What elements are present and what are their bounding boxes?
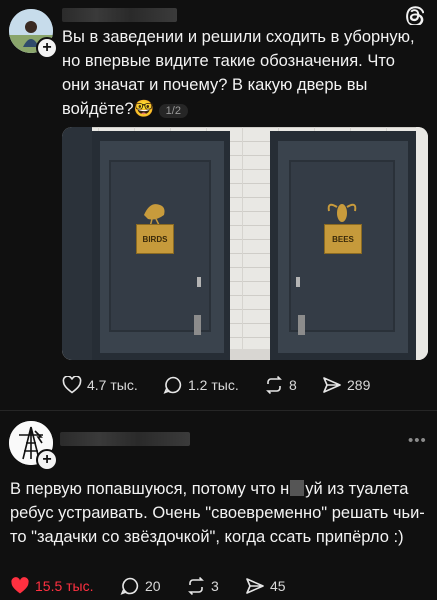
share-count: 289 <box>347 377 371 393</box>
share-button[interactable]: 289 <box>322 376 370 394</box>
comment-icon <box>163 376 182 394</box>
heart-icon <box>62 376 82 394</box>
reply-share-count: 45 <box>270 578 286 594</box>
repost-count: 8 <box>289 377 297 393</box>
ellipsis-icon[interactable]: ••• <box>408 432 427 449</box>
reply-like-count: 15.5 тыс. <box>35 578 94 594</box>
author-username[interactable] <box>62 8 177 22</box>
reply-text: В первую попавшуюся, потому что н уй из т… <box>10 480 425 546</box>
reply-author-username[interactable] <box>60 432 190 446</box>
post-image[interactable]: BIRDS BEES <box>62 127 428 360</box>
reply-follow-plus-button[interactable]: + <box>36 449 58 471</box>
repost-button[interactable]: 8 <box>264 376 297 394</box>
bees-sign: BEES <box>324 224 362 254</box>
reply-comment-button[interactable]: 20 <box>120 577 161 595</box>
censored-text <box>290 480 305 496</box>
heart-filled-icon <box>11 577 29 594</box>
divider <box>0 410 437 411</box>
post-text: Вы в заведении и решили сходить в уборну… <box>62 28 415 118</box>
page-indicator: 1/2 <box>158 104 188 118</box>
repost-icon <box>188 577 204 595</box>
send-icon <box>323 377 341 393</box>
like-count: 4.7 тыс. <box>87 377 138 393</box>
reply-repost-button[interactable]: 3 <box>186 577 219 595</box>
send-icon <box>246 578 264 594</box>
comment-button[interactable]: 1.2 тыс. <box>163 376 239 394</box>
birds-sign: BIRDS <box>136 224 174 254</box>
reply-like-button[interactable]: 15.5 тыс. <box>10 577 94 595</box>
follow-plus-button[interactable]: + <box>36 37 58 59</box>
reply-comment-count: 20 <box>145 578 161 594</box>
reply-repost-count: 3 <box>211 578 219 594</box>
repost-icon <box>266 376 282 394</box>
reply-share-button[interactable]: 45 <box>245 577 286 595</box>
like-button[interactable]: 4.7 тыс. <box>62 376 138 394</box>
comment-count: 1.2 тыс. <box>188 377 239 393</box>
comment-icon <box>120 577 139 595</box>
